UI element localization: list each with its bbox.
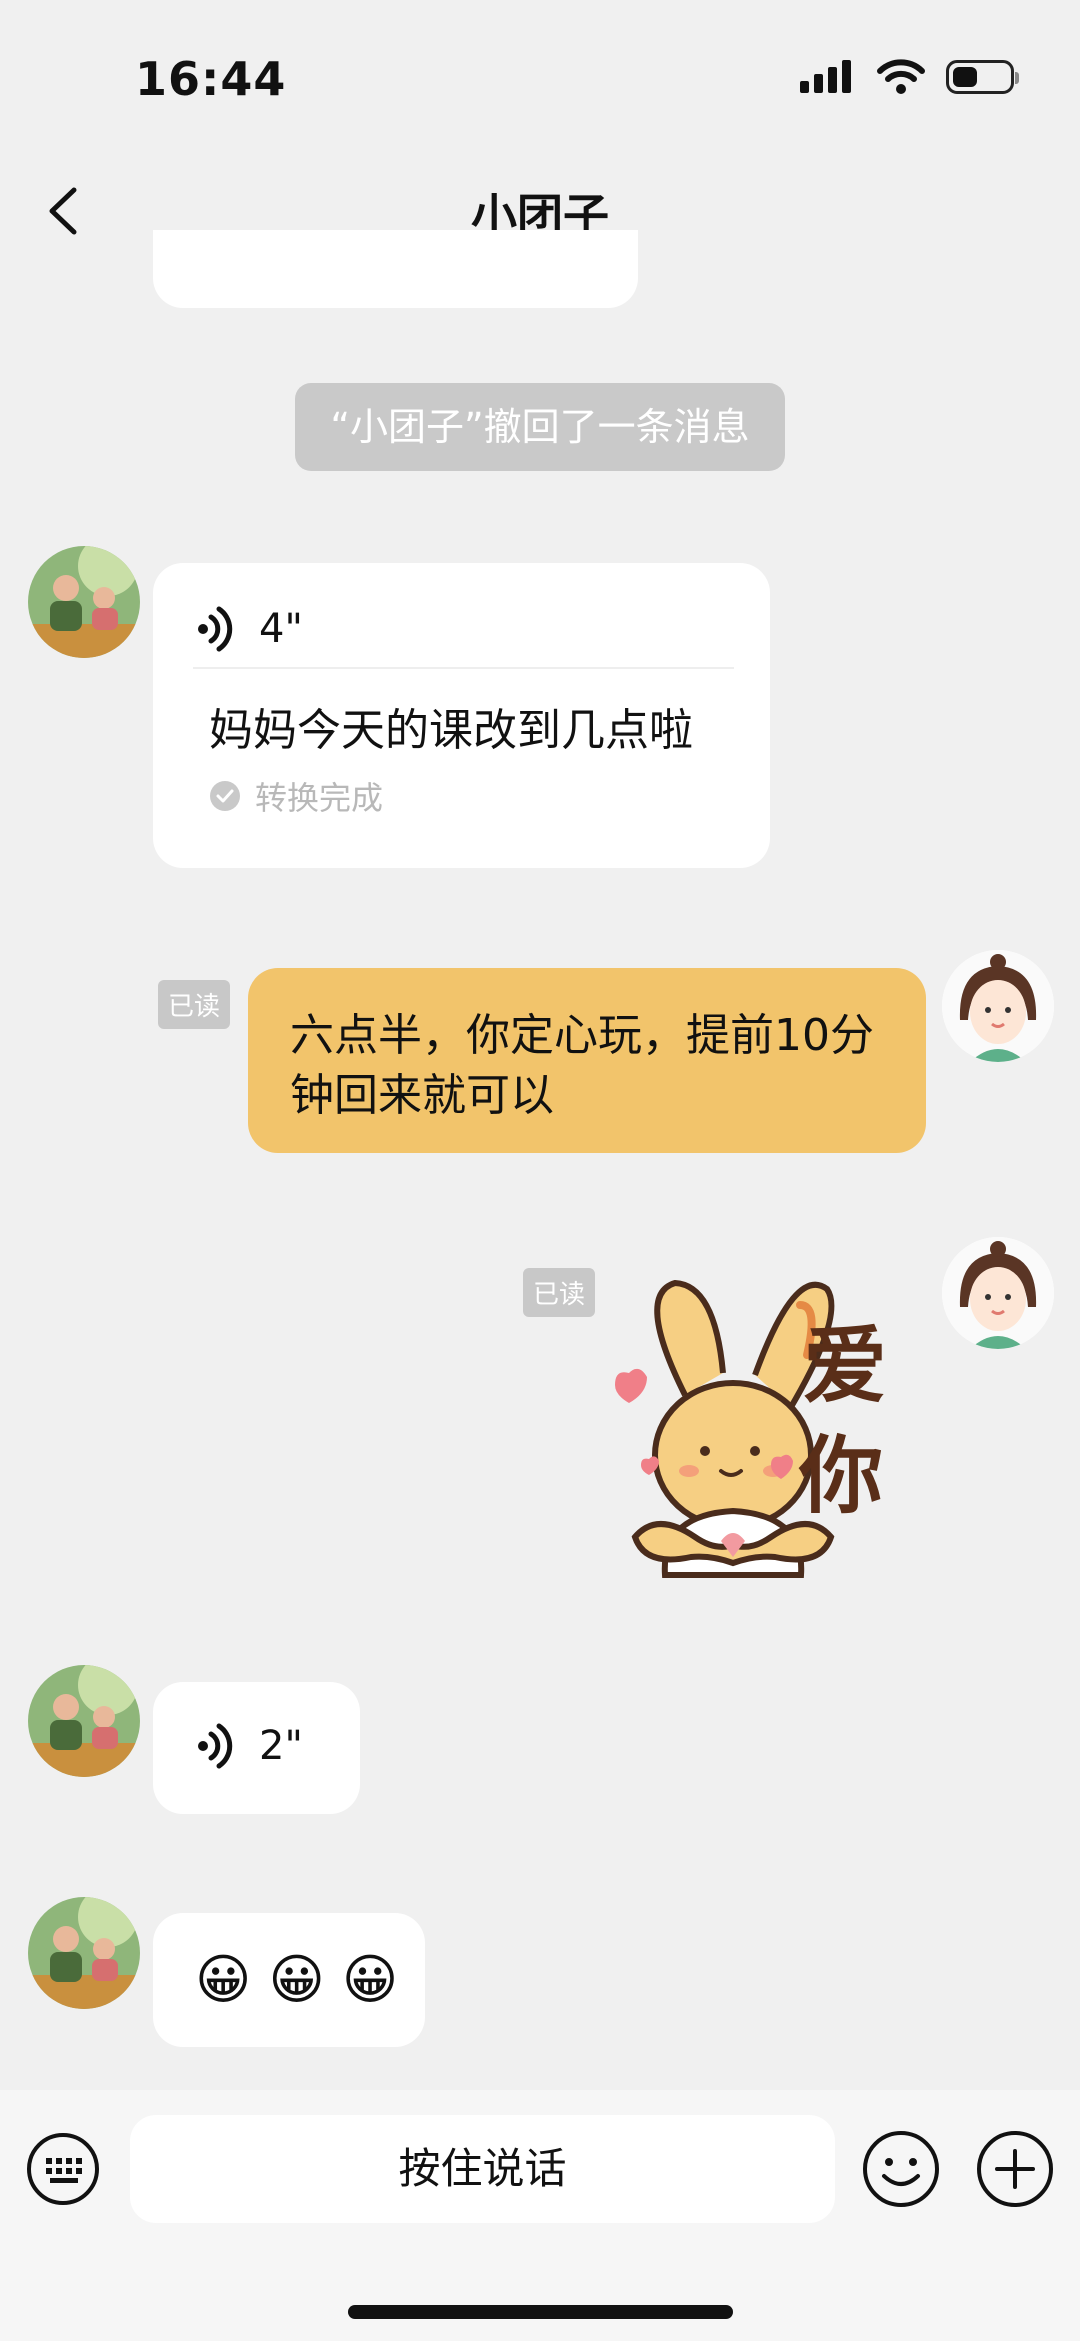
contact-avatar[interactable] <box>28 1897 140 2009</box>
previous-message-bubble[interactable] <box>153 230 638 308</box>
plus-icon[interactable] <box>976 2130 1054 2208</box>
keyboard-icon[interactable] <box>26 2132 100 2206</box>
contact-avatar[interactable] <box>28 546 140 658</box>
voice-wave-icon <box>198 1723 233 1769</box>
contact-avatar[interactable] <box>28 1665 140 1777</box>
signal-icon <box>800 60 851 93</box>
read-badge: 已读 <box>158 980 231 1029</box>
emoji-message-bubble[interactable]: 😀 😀 😀 <box>153 1913 425 2047</box>
sticker-text-ai: 爱 <box>803 1317 887 1415</box>
my-avatar[interactable] <box>942 950 1054 1062</box>
read-badge: 已读 <box>523 1268 596 1317</box>
status-time: 16:44 <box>135 52 287 106</box>
hold-to-talk-button[interactable]: 按住说话 <box>130 2115 835 2223</box>
transcript-status: 转换完成 <box>255 779 384 817</box>
voice-transcript: 妈妈今天的课改到几点啦 <box>209 705 693 756</box>
emoji-text: 😀 😀 😀 <box>195 1948 399 2011</box>
emoji-icon[interactable] <box>862 2130 940 2208</box>
sent-text-line-2: 钟回来就可以 <box>290 1070 554 1121</box>
voice-message-bubble[interactable]: 4" 妈妈今天的课改到几点啦 转换完成 <box>153 563 770 868</box>
voice-wave-icon <box>198 606 233 652</box>
bunny-love-sticker[interactable]: 爱 你 <box>595 1275 915 1590</box>
recall-notice: “小团子”撤回了一条消息 <box>295 383 785 471</box>
sticker-text-ni: 你 <box>798 1427 883 1525</box>
bunny-sticker-image: 爱 你 <box>615 1279 887 1578</box>
status-icons <box>798 58 1019 96</box>
my-avatar[interactable] <box>942 1237 1054 1349</box>
voice-message-bubble[interactable]: 2" <box>153 1682 360 1814</box>
sent-text-bubble[interactable]: 六点半，你定心玩，提前10分 钟回来就可以 <box>248 968 926 1153</box>
battery-icon <box>946 60 1019 94</box>
check-circle-icon <box>210 781 240 811</box>
wifi-icon <box>877 59 925 94</box>
home-indicator <box>348 2305 733 2319</box>
voice-duration: 2" <box>259 1723 303 1769</box>
voice-duration: 4" <box>259 606 303 652</box>
sent-text-line-1: 六点半，你定心玩，提前10分 <box>290 1010 874 1061</box>
